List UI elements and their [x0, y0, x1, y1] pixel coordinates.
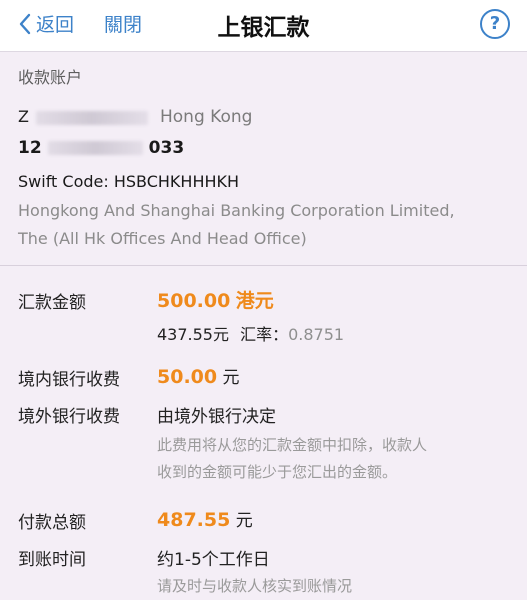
domestic-fee-value: 50.00: [157, 366, 218, 388]
swift-code: Swift Code: HSBCHKHHHKH: [18, 172, 240, 191]
chevron-left-icon: [19, 13, 31, 34]
back-label: 返回: [36, 14, 75, 36]
section-divider: [0, 265, 527, 266]
domestic-fee: 50.00 元: [157, 363, 240, 388]
total-value: 487.55: [157, 509, 231, 531]
exchange-rate-value: 0.8751: [288, 325, 345, 344]
amount-value: 500.00 港元: [157, 286, 274, 313]
total-unit: 元: [235, 511, 253, 531]
help-icon[interactable]: ?: [480, 9, 510, 39]
recipient-location: Hong Kong: [160, 107, 253, 127]
exchange-rate-label: 汇率：: [240, 325, 289, 344]
recipient-name-prefix: Z: [18, 107, 29, 126]
total-payment: 487.55 元: [157, 506, 253, 531]
foreign-fee-value: 由境外银行决定: [157, 407, 276, 427]
recipient-name-redaction: [36, 110, 149, 125]
recipient-account-number: 12 033: [18, 138, 184, 158]
domestic-fee-unit: 元: [222, 368, 240, 388]
arrival-label: 到账时间: [18, 550, 86, 570]
close-button[interactable]: 關閉: [104, 10, 142, 37]
recipient-account-title: 收款账户: [18, 68, 83, 87]
arrival-value: 约1-5个工作日: [157, 550, 270, 570]
foreign-fee-note-line-2: 收到的金额可能少于您汇出的金额。: [157, 463, 398, 481]
arrival-note: 请及时与收款人核实到账情况: [157, 577, 353, 595]
bank-name-line-2: The (All Hk Offices And Head Office): [18, 229, 307, 248]
foreign-fee-note-line-1: 此费用将从您的汇款金额中扣除，收款人: [157, 436, 428, 454]
navigation-bar: 返回 關閉 上银汇款 ?: [0, 0, 527, 52]
converted-amount: 437.55元: [157, 325, 229, 344]
domestic-fee-label: 境内银行收费: [18, 370, 120, 390]
account-number-redaction: [47, 141, 143, 155]
amount-number: 500.00: [157, 290, 231, 312]
conversion-line: 437.55元 汇率：0.8751: [157, 321, 344, 345]
total-label: 付款总额: [18, 513, 86, 533]
back-button[interactable]: 返回: [18, 10, 74, 37]
foreign-fee-label: 境外银行收费: [18, 407, 120, 427]
amount-currency: 港元: [235, 290, 274, 312]
amount-label: 汇款金额: [18, 293, 86, 313]
account-number-prefix: 12: [18, 138, 42, 158]
page-title: 上银汇款: [217, 15, 310, 41]
account-number-suffix: 033: [148, 138, 185, 158]
bank-name-line-1: Hongkong And Shanghai Banking Corporatio…: [18, 201, 455, 220]
